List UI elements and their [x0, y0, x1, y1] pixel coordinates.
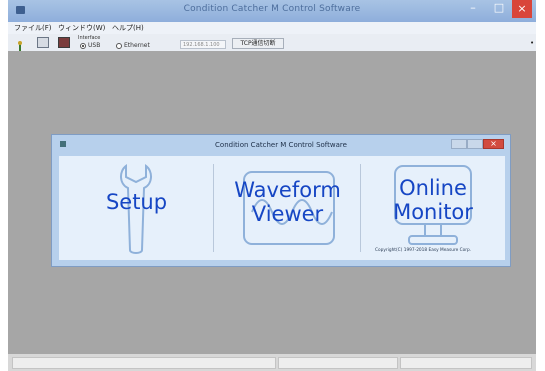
app-root: Condition Catcher M Control Software – □…: [0, 0, 545, 371]
interface-group: Interface USB Ethernet 192.168.1.100: [78, 35, 230, 49]
toolbar: Interface USB Ethernet 192.168.1.100 TCP…: [8, 34, 536, 52]
menu-window[interactable]: ウィンドウ(W): [58, 23, 105, 33]
waveform-label-line2: Viewer: [251, 202, 324, 226]
launcher-panel: Setup Waveform Viewer Online Monitor Cop…: [59, 156, 505, 260]
minimize-button[interactable]: –: [460, 0, 486, 18]
interface-label: Interface: [78, 35, 101, 41]
save-icon[interactable]: [58, 37, 70, 48]
menu-help[interactable]: ヘルプ(H): [112, 23, 144, 33]
copyright-text: Copyright(C) 1997-2018 Easy Measure Corp…: [375, 248, 472, 253]
launcher-minimize-button[interactable]: [451, 139, 467, 149]
ethernet-radio-label: Ethernet: [124, 42, 150, 49]
launcher-window: Condition Catcher M Control Software × S…: [51, 134, 511, 267]
waveform-viewer-tile[interactable]: Waveform Viewer: [214, 156, 361, 260]
launcher-titlebar[interactable]: Condition Catcher M Control Software ×: [52, 135, 510, 153]
menu-bar: ファイル(F) ウィンドウ(W) ヘルプ(H): [8, 22, 536, 34]
ip-address-field[interactable]: 192.168.1.100: [180, 40, 226, 49]
status-segment: [12, 357, 276, 369]
launcher-close-button[interactable]: ×: [483, 139, 504, 149]
waveform-label-line1: Waveform: [234, 178, 341, 202]
setup-tile[interactable]: Setup: [59, 156, 214, 260]
panel-icon[interactable]: [37, 37, 49, 48]
tcp-disconnect-button[interactable]: TCP通信切断: [232, 38, 284, 49]
online-monitor-label: Online Monitor: [361, 176, 505, 224]
launcher-maximize-button[interactable]: [467, 139, 483, 149]
main-titlebar[interactable]: Condition Catcher M Control Software – □…: [8, 0, 536, 22]
setup-label: Setup: [105, 190, 168, 214]
main-window-title: Condition Catcher M Control Software: [183, 4, 361, 14]
usb-radio[interactable]: [80, 43, 86, 49]
launcher-title: Condition Catcher M Control Software: [215, 141, 347, 149]
status-segment: [278, 357, 398, 369]
toolbar-overflow[interactable]: •: [530, 39, 534, 47]
waveform-viewer-label: Waveform Viewer: [214, 178, 361, 226]
status-segment: [400, 357, 532, 369]
online-monitor-tile[interactable]: Online Monitor: [361, 156, 505, 260]
menu-file[interactable]: ファイル(F): [14, 23, 52, 33]
ethernet-radio[interactable]: [116, 43, 122, 49]
status-bar: [8, 354, 536, 371]
online-label-line2: Monitor: [393, 200, 473, 224]
usb-radio-label: USB: [88, 42, 101, 49]
maximize-button[interactable]: □: [486, 0, 512, 18]
close-button[interactable]: ×: [512, 0, 532, 18]
tool-icon[interactable]: [14, 37, 26, 51]
online-label-line1: Online: [399, 176, 467, 200]
